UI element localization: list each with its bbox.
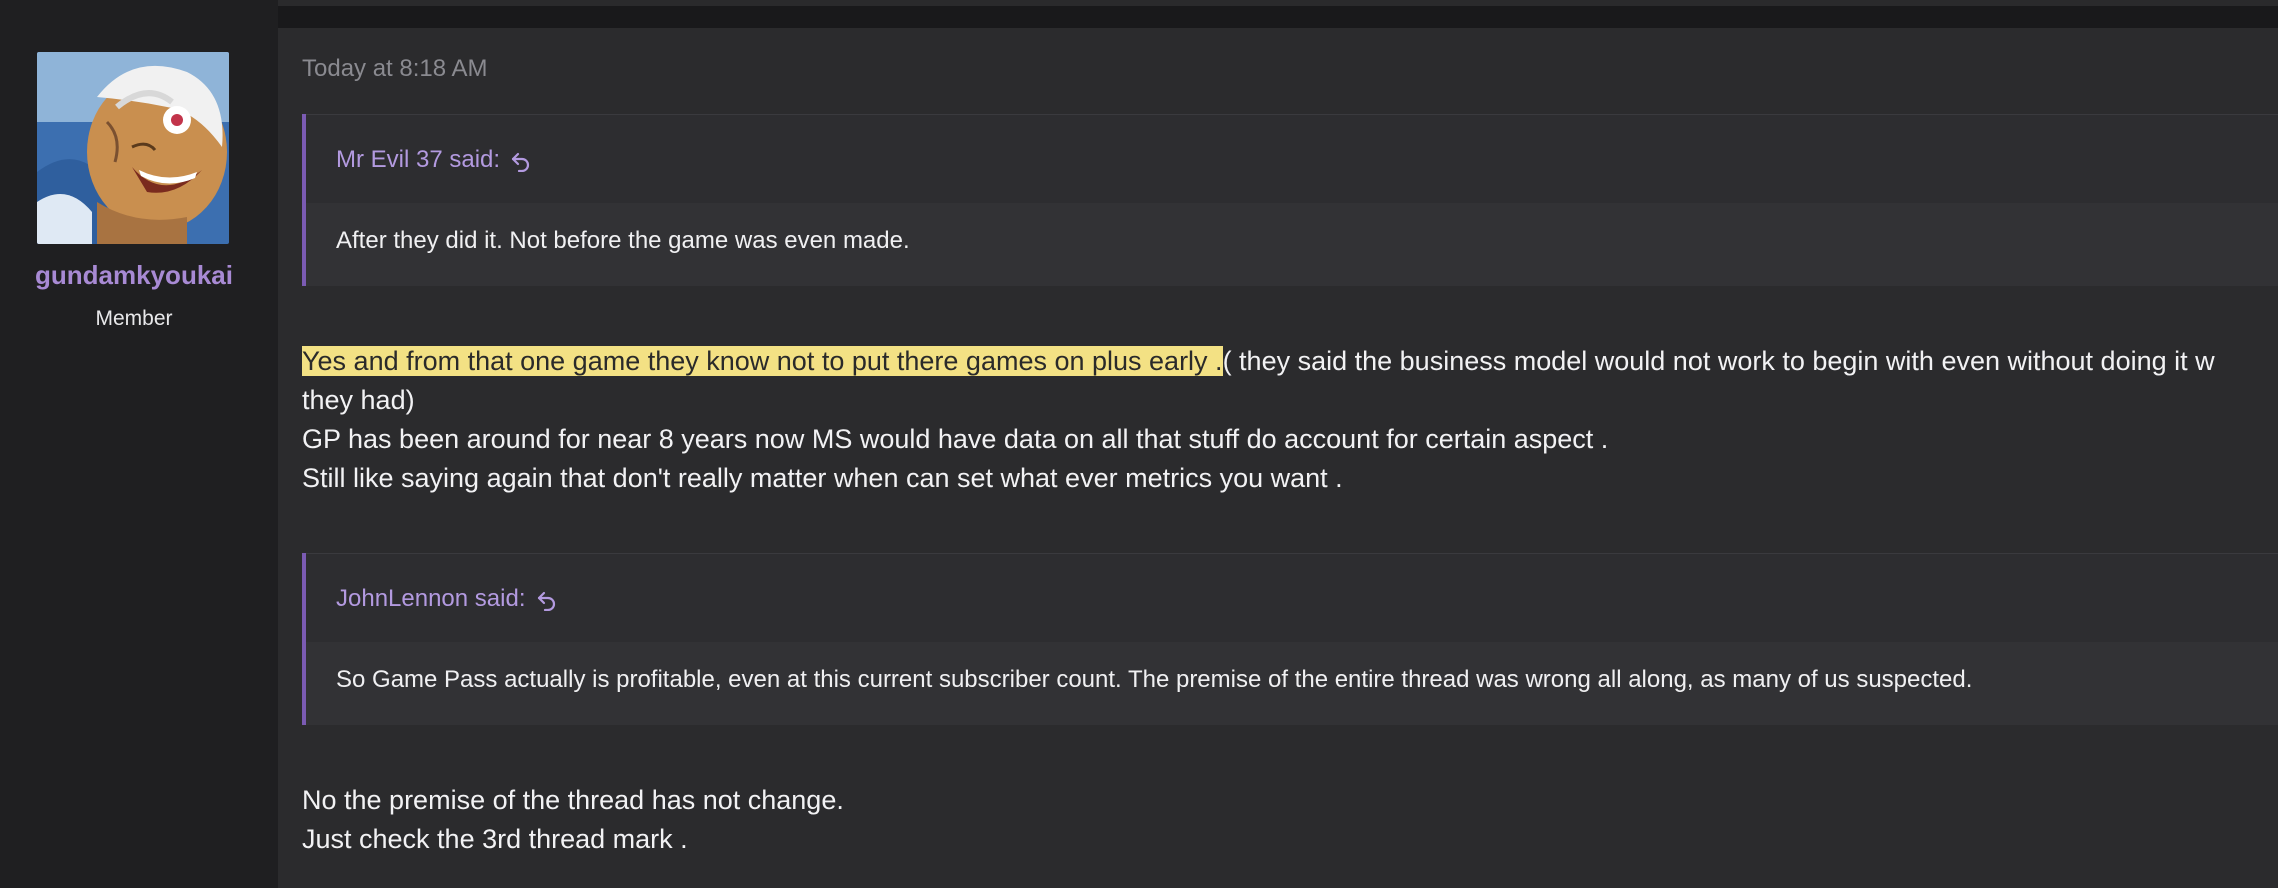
reply-line: Just check the 3rd thread mark . bbox=[302, 824, 688, 854]
quote-body: So Game Pass actually is profitable, eve… bbox=[306, 642, 2278, 725]
post-timestamp[interactable]: Today at 8:18 AM bbox=[302, 55, 487, 83]
reply-line: Still like saying again that don't reall… bbox=[302, 463, 1343, 493]
quote-header: JohnLennon said: bbox=[306, 553, 2278, 642]
reply-line: Yes and from that one game they know not… bbox=[302, 342, 2215, 381]
quote-author-label: Mr Evil 37 said: bbox=[336, 146, 501, 173]
reply-continuation: ( they said the business model would not… bbox=[1222, 346, 2215, 376]
quote-block: Mr Evil 37 said: After they did it. Not … bbox=[302, 114, 2278, 286]
post-content: Today at 8:18 AM Mr Evil 37 said: After … bbox=[278, 28, 2278, 888]
username[interactable]: gundamkyoukai bbox=[0, 260, 268, 291]
reply-arrow-icon[interactable] bbox=[510, 150, 532, 172]
highlighted-text: Yes and from that one game they know not… bbox=[302, 346, 1223, 376]
reply-line: No the premise of the thread has not cha… bbox=[302, 785, 844, 815]
reply-text-2: No the premise of the thread has not cha… bbox=[302, 781, 844, 859]
quote-header: Mr Evil 37 said: bbox=[306, 114, 2278, 203]
reply-text-1: Yes and from that one game they know not… bbox=[302, 342, 2215, 498]
user-sidebar: gundamkyoukai Member bbox=[0, 0, 278, 888]
avatar-image bbox=[37, 52, 229, 244]
reply-arrow-icon[interactable] bbox=[536, 589, 558, 611]
post-separator bbox=[278, 6, 2278, 28]
quote-attribution[interactable]: Mr Evil 37 said: bbox=[336, 146, 532, 174]
reply-line: they had) bbox=[302, 385, 415, 415]
reply-line: GP has been around for near 8 years now … bbox=[302, 424, 1609, 454]
quote-body: After they did it. Not before the game w… bbox=[306, 203, 2278, 286]
user-role: Member bbox=[95, 307, 173, 330]
quote-author-label: JohnLennon said: bbox=[336, 585, 526, 612]
quote-block: JohnLennon said: So Game Pass actually i… bbox=[302, 553, 2278, 725]
quote-attribution[interactable]: JohnLennon said: bbox=[336, 585, 558, 613]
avatar[interactable] bbox=[37, 52, 229, 244]
quote-text: So Game Pass actually is profitable, eve… bbox=[336, 666, 1973, 693]
quote-text: After they did it. Not before the game w… bbox=[336, 227, 910, 254]
